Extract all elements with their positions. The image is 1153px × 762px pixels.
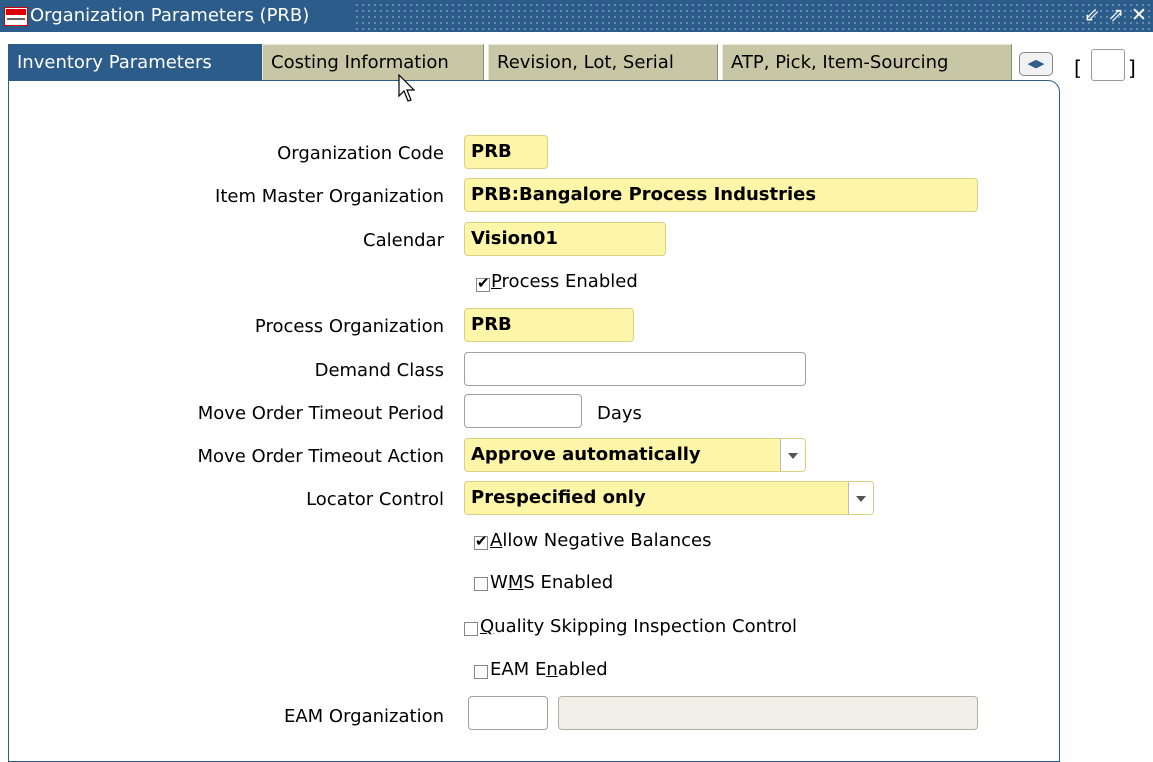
- quality-skip-label: Quality Skipping Inspection Control: [480, 616, 798, 637]
- process-org-label: Process Organization: [254, 316, 444, 337]
- eam-org-name-field: [558, 696, 978, 730]
- wms-enabled-checkbox[interactable]: [474, 577, 488, 591]
- tab-costing-information[interactable]: Costing Information: [262, 44, 484, 81]
- quality-skip-checkbox[interactable]: [464, 622, 478, 636]
- locator-control-value: Prespecified only: [471, 487, 646, 508]
- org-code-label: Organization Code: [277, 143, 444, 164]
- timeout-period-label: Move Order Timeout Period: [197, 403, 444, 424]
- window-title: Organization Parameters (PRB): [30, 5, 310, 26]
- minimize-icon[interactable]: ⇙: [1084, 4, 1100, 26]
- org-code-field[interactable]: PRB: [464, 135, 548, 169]
- timeout-action-select[interactable]: Approve automatically: [464, 438, 806, 472]
- locator-control-select[interactable]: Prespecified only: [464, 481, 874, 515]
- wms-enabled-label: WMS Enabled: [490, 572, 614, 593]
- item-master-field[interactable]: PRB:Bangalore Process Industries: [464, 178, 978, 212]
- eam-enabled-label: EAM Enabled: [490, 659, 608, 680]
- tab-revision-lot-serial[interactable]: Revision, Lot, Serial: [488, 44, 718, 81]
- tab-selector-box[interactable]: [1091, 49, 1125, 81]
- demand-class-field[interactable]: [464, 352, 806, 386]
- chevron-down-icon[interactable]: [780, 439, 805, 471]
- timeout-action-label: Move Order Timeout Action: [197, 446, 445, 467]
- tab-atp-pick-item-sourcing[interactable]: ATP, Pick, Item-Sourcing: [722, 44, 1012, 81]
- tab-inventory-parameters[interactable]: Inventory Parameters: [8, 44, 264, 81]
- process-enabled-checkbox[interactable]: [476, 274, 490, 292]
- process-org-field[interactable]: PRB: [464, 308, 634, 342]
- allow-negative-label: Allow Negative Balances: [490, 530, 712, 551]
- mouse-cursor-icon: [398, 74, 416, 102]
- eam-org-code-field[interactable]: [468, 696, 548, 730]
- eam-enabled-checkbox[interactable]: [474, 665, 488, 679]
- calendar-field[interactable]: Vision01: [464, 222, 666, 256]
- window-title-bar: Organization Parameters (PRB) ⇙ ⇗ ✕: [0, 0, 1153, 32]
- calendar-label: Calendar: [363, 230, 444, 251]
- allow-negative-checkbox[interactable]: [474, 532, 488, 550]
- process-enabled-label: Process Enabled: [491, 271, 638, 292]
- bracket-right: ]: [1128, 56, 1136, 80]
- demand-class-label: Demand Class: [314, 360, 444, 381]
- timeout-period-unit: Days: [597, 403, 642, 424]
- bracket-left: [: [1074, 56, 1082, 80]
- maximize-icon[interactable]: ⇗: [1108, 4, 1124, 26]
- close-icon[interactable]: ✕: [1131, 4, 1147, 26]
- chevron-down-icon[interactable]: [848, 482, 873, 514]
- oracle-logo-icon: [4, 7, 28, 26]
- eam-org-label: EAM Organization: [283, 706, 444, 727]
- locator-control-label: Locator Control: [306, 489, 444, 510]
- item-master-label: Item Master Organization: [215, 186, 444, 207]
- timeout-period-field[interactable]: [464, 394, 582, 428]
- tab-scroll-arrows-icon[interactable]: ◀▶: [1019, 52, 1053, 76]
- timeout-action-value: Approve automatically: [471, 444, 701, 465]
